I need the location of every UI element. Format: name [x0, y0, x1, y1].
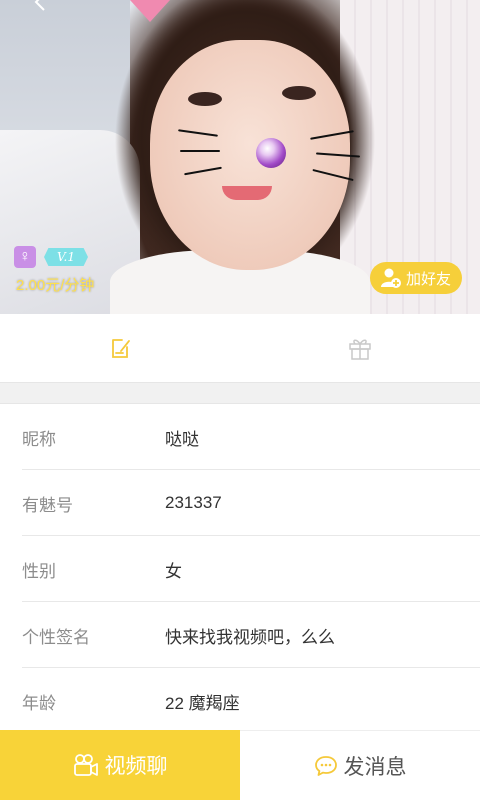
bottom-action-bar: 视频聊 发消息 [0, 730, 480, 800]
price-per-minute: 2.00元/分钟 [16, 277, 95, 294]
info-row-age: 年龄 22 魔羯座 [0, 668, 480, 734]
video-chat-label: 视频聊 [104, 755, 168, 778]
vip-level-badge: V.1 [44, 248, 88, 266]
video-chat-button[interactable]: 视频聊 [0, 730, 240, 800]
chat-bubble-icon [314, 755, 337, 776]
info-row-nickname: 昵称 哒哒 [0, 404, 480, 470]
profile-photo: ♀ V.1 2.00元/分钟 加好友 [0, 0, 480, 314]
info-row-signature: 个性签名 快来找我视频吧，么么 [0, 602, 480, 668]
section-divider [0, 382, 480, 404]
row-label: 年龄 [22, 693, 56, 713]
add-user-icon [381, 268, 401, 288]
info-row-gender: 性别 女 [0, 536, 480, 602]
photo-eye-right [282, 86, 316, 100]
row-label: 昵称 [22, 429, 56, 449]
whisker [180, 150, 220, 152]
info-row-id: 有魅号 231337 [0, 470, 480, 536]
photo-face [150, 40, 350, 270]
cat-nose-sticker [256, 138, 286, 168]
row-value: 22 魔羯座 [165, 693, 240, 713]
row-value: 女 [165, 561, 182, 581]
gender-badge: ♀ [14, 246, 36, 268]
tab-gifts[interactable] [240, 314, 480, 382]
back-arrow-icon[interactable] [30, 0, 50, 12]
edit-note-icon [112, 339, 130, 358]
send-message-button[interactable]: 发消息 [240, 730, 480, 800]
row-value: 哒哒 [165, 429, 199, 449]
tab-info[interactable] [0, 314, 240, 382]
cat-ear-sticker [130, 0, 170, 22]
add-friend-button[interactable]: 加好友 [370, 262, 462, 294]
row-label: 有魅号 [22, 495, 73, 515]
add-friend-label: 加好友 [406, 270, 452, 288]
row-value: 231337 [165, 493, 222, 512]
row-value: 快来找我视频吧，么么 [165, 627, 335, 647]
row-label: 个性签名 [22, 627, 90, 647]
gift-icon [349, 339, 371, 360]
profile-info-list: 昵称 哒哒 有魅号 231337 性别 女 个性签名 快来找我视频吧，么么 年龄… [0, 404, 480, 734]
row-label: 性别 [22, 561, 56, 581]
photo-lips [222, 186, 272, 200]
profile-tabs [0, 314, 480, 382]
photo-eye-left [188, 92, 222, 106]
send-message-label: 发消息 [343, 755, 407, 779]
video-camera-icon [73, 754, 98, 776]
